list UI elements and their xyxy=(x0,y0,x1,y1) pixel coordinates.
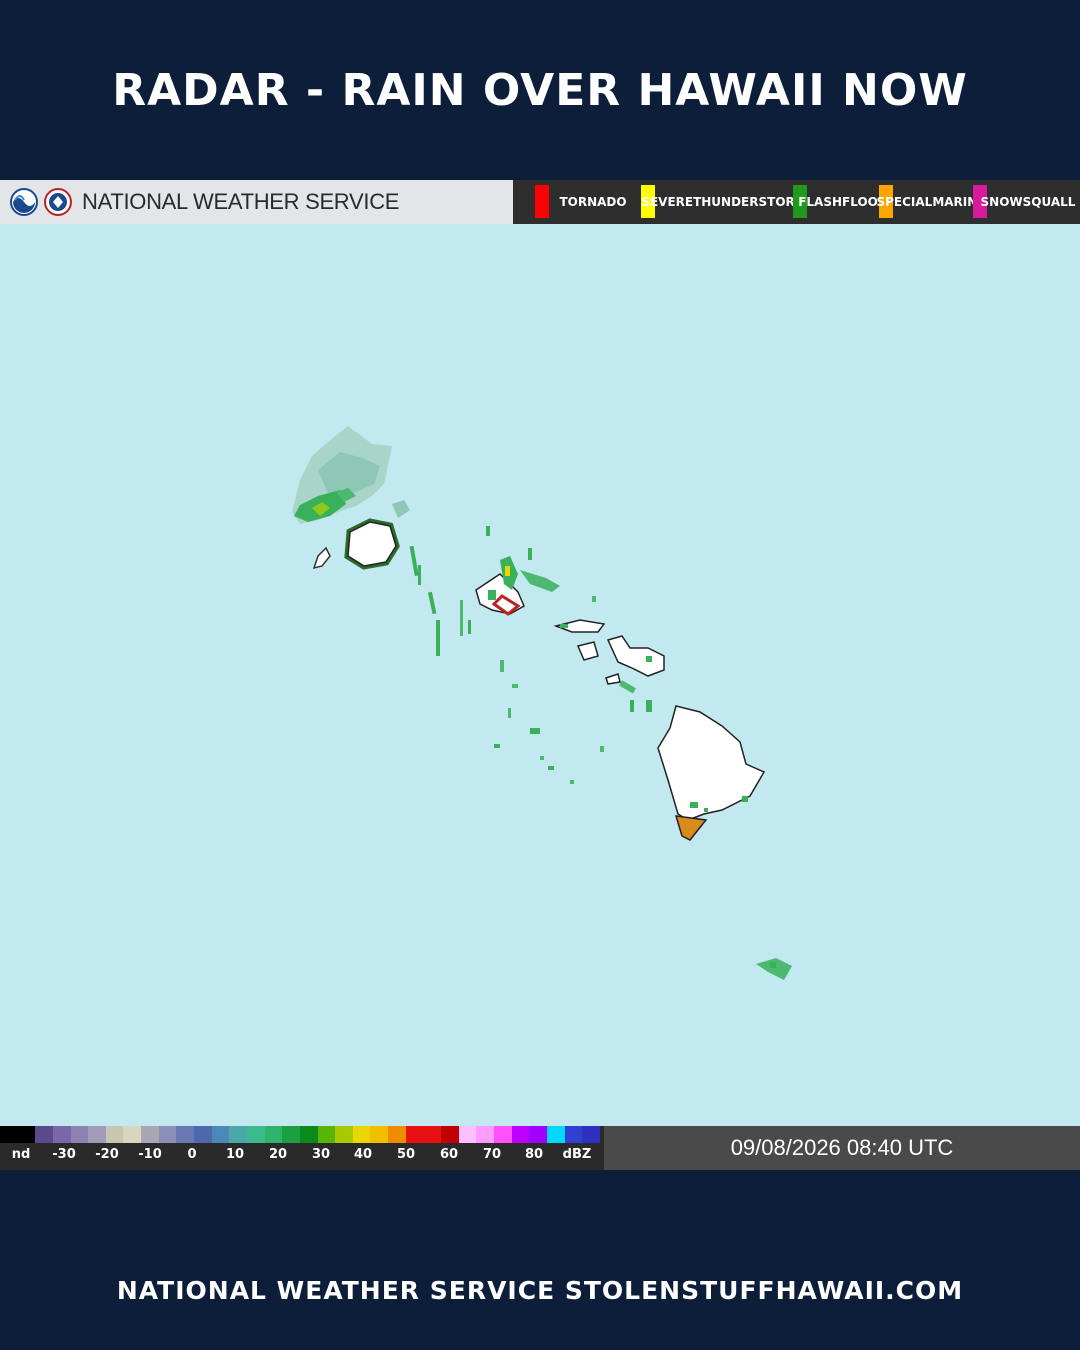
scale-color-step xyxy=(352,1126,371,1143)
scale-color-step xyxy=(35,1126,53,1143)
scale-color-step xyxy=(229,1126,247,1143)
scale-tick: 60 xyxy=(439,1147,459,1162)
scale-tick: 80 xyxy=(524,1147,544,1162)
snow-squall-label: SNOW SQUALL xyxy=(981,180,1076,224)
scale-tick: 40 xyxy=(353,1147,373,1162)
scale-color-step xyxy=(282,1126,300,1143)
scale-color-step xyxy=(582,1126,600,1143)
hawaii-radar-map xyxy=(0,224,1080,1126)
severe-label-line2: THUNDERSTORM xyxy=(693,195,807,209)
scale-color-step xyxy=(511,1126,530,1143)
flash-label-line1: FLASH xyxy=(798,195,843,209)
scale-color-step xyxy=(546,1126,565,1143)
special-label-line1: SPECIAL xyxy=(876,195,933,209)
scale-color-step xyxy=(335,1126,353,1143)
scale-tick: 70 xyxy=(482,1147,502,1162)
scale-tick: 30 xyxy=(311,1147,331,1162)
scale-color-step xyxy=(264,1126,283,1143)
footer-credit: NATIONAL WEATHER SERVICE STOLENSTUFFHAWA… xyxy=(116,1275,964,1305)
snow-label-line2: SQUALL xyxy=(1022,195,1076,209)
scale-color-step xyxy=(246,1126,265,1143)
scale-color-step xyxy=(476,1126,494,1143)
scale-tick: 10 xyxy=(225,1147,245,1162)
scale-tick: 50 xyxy=(396,1147,416,1162)
warning-legend: TORNADO SEVERE THUNDERSTORM FLASH FLOOD SP… xyxy=(513,180,1080,224)
scale-color-step xyxy=(17,1126,36,1143)
ocean xyxy=(0,224,1080,1126)
scale-tick: -10 xyxy=(138,1147,162,1162)
page-title: RADAR - RAIN OVER HAWAII NOW xyxy=(112,64,968,116)
tornado-swatch xyxy=(535,185,549,218)
flash-flood-label: FLASH FLOOD xyxy=(798,180,888,224)
scale-color-step xyxy=(123,1126,142,1143)
snow-label-line1: SNOW xyxy=(980,195,1023,209)
radar-footer-bar: nd -30 -20 -10 0 10 20 30 40 50 60 70 80… xyxy=(0,1126,1080,1170)
scale-color-step xyxy=(405,1126,424,1143)
radar-map-panel: NATIONAL WEATHER SERVICE TORNADO SEVERE T… xyxy=(0,180,1080,1170)
scale-color-step xyxy=(441,1126,459,1143)
scale-color-step xyxy=(299,1126,318,1143)
scale-color-step xyxy=(52,1126,71,1143)
scale-color-step xyxy=(211,1126,230,1143)
severe-label-line1: SEVERE xyxy=(641,195,694,209)
nws-header-bar: NATIONAL WEATHER SERVICE xyxy=(0,180,513,224)
scale-color-step xyxy=(176,1126,195,1143)
scale-color-step xyxy=(70,1126,89,1143)
agency-name: NATIONAL WEATHER SERVICE xyxy=(82,189,400,214)
tornado-label: TORNADO xyxy=(559,195,627,209)
reflectivity-scale: nd -30 -20 -10 0 10 20 30 40 50 60 70 80… xyxy=(0,1126,604,1170)
scale-color-step xyxy=(388,1126,406,1143)
radar-timestamp: 09/08/2026 08:40 UTC xyxy=(730,1135,954,1160)
scale-tick: nd xyxy=(11,1147,31,1162)
scale-color-step xyxy=(423,1126,442,1143)
scale-tick: 0 xyxy=(187,1147,197,1162)
scale-color-step xyxy=(141,1126,159,1143)
scale-color-step xyxy=(493,1126,512,1143)
scale-color-step xyxy=(158,1126,177,1143)
scale-tick: -20 xyxy=(95,1147,119,1162)
scale-tick: -30 xyxy=(52,1147,76,1162)
scale-color-step xyxy=(0,1126,18,1143)
scale-color-step xyxy=(529,1126,547,1143)
scale-color-step xyxy=(370,1126,389,1143)
scale-unit: dBZ xyxy=(562,1147,592,1162)
reflectivity-color-ramp xyxy=(0,1126,600,1143)
noaa-logo xyxy=(10,188,38,216)
scale-tick: 20 xyxy=(268,1147,288,1162)
severe-thunderstorm-label: SEVERE THUNDERSTORM xyxy=(641,180,806,224)
scale-color-step xyxy=(564,1126,583,1143)
scale-color-step xyxy=(317,1126,336,1143)
scale-color-step xyxy=(88,1126,106,1143)
nws-logo xyxy=(44,188,72,216)
scale-color-step xyxy=(458,1126,477,1143)
scale-color-step xyxy=(194,1126,212,1143)
special-marine-label: SPECIAL MARINE xyxy=(876,180,985,224)
scale-color-step xyxy=(105,1126,124,1143)
